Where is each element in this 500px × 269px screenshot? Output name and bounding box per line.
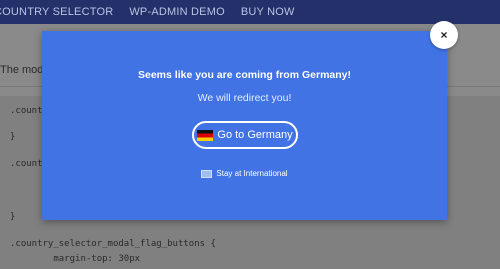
- code-line: .count: [10, 159, 43, 169]
- nav-link-country-selector[interactable]: Country Selector: [0, 6, 113, 18]
- stay-international-button[interactable]: Stay at International: [42, 169, 447, 178]
- modal-heading: Seems like you are coming from Germany!: [138, 69, 351, 81]
- go-to-germany-label: Go to Germany: [217, 129, 293, 141]
- germany-flag-icon: [197, 129, 214, 141]
- modal-subheading: We will redirect you!: [197, 92, 292, 104]
- country-redirect-modal: Seems like you are coming from Germany! …: [42, 31, 447, 220]
- nav-link-wp-admin-demo[interactable]: WP-Admin Demo: [129, 6, 224, 18]
- close-icon: ×: [440, 28, 448, 42]
- top-navigation: Country Selector WP-Admin Demo Buy Now: [0, 0, 500, 24]
- international-flag-icon: [201, 169, 213, 178]
- code-line: }: [10, 212, 16, 222]
- stay-international-label: Stay at International: [216, 169, 288, 178]
- nav-link-buy-now[interactable]: Buy Now: [241, 6, 295, 18]
- go-to-germany-button[interactable]: Go to Germany: [192, 121, 298, 149]
- close-modal-button[interactable]: ×: [430, 21, 458, 49]
- code-line: .country_selector_modal_flag_buttons {: [10, 239, 216, 249]
- code-line: }: [10, 132, 16, 142]
- code-line: margin-top: 30px: [10, 254, 141, 264]
- code-line: .count: [10, 106, 43, 116]
